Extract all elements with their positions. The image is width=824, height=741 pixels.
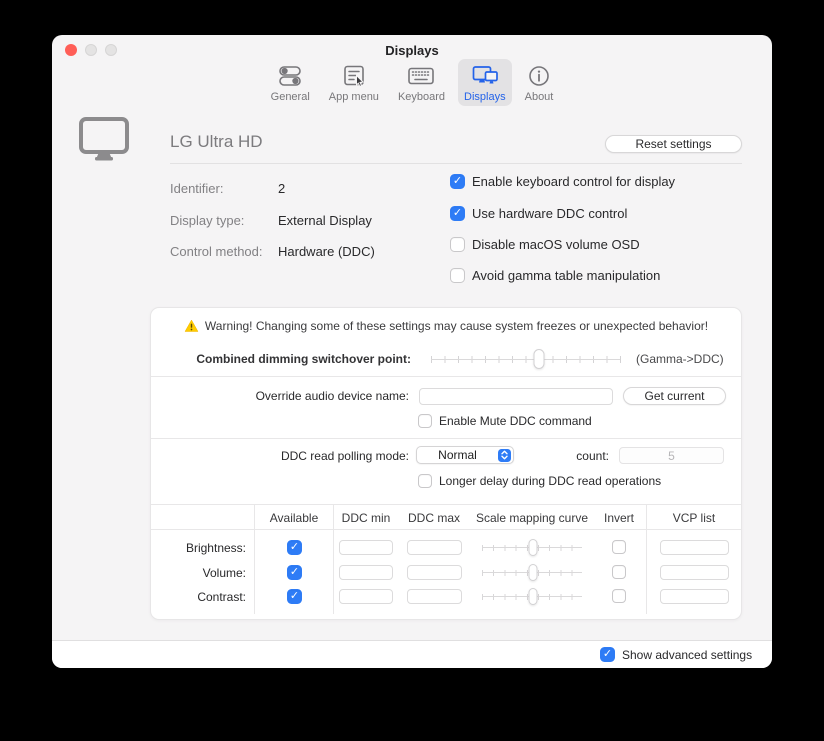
brightness-available-checkbox[interactable]: ✓: [287, 540, 302, 555]
info-value: 2: [278, 181, 285, 196]
brightness-curve-slider[interactable]: [482, 539, 583, 556]
info-value: Hardware (DDC): [278, 244, 375, 259]
tab-about[interactable]: About: [519, 59, 560, 106]
dimming-slider[interactable]: [431, 349, 621, 369]
contrast-ddc-min-field[interactable]: [339, 589, 393, 604]
get-current-button[interactable]: Get current: [623, 387, 726, 405]
brightness-vcp-field[interactable]: [660, 540, 729, 555]
show-advanced-row: ✓ Show advanced settings: [600, 647, 752, 662]
checkbox-label: Show advanced settings: [622, 648, 752, 662]
checkbox-label: Avoid gamma table manipulation: [472, 268, 660, 283]
tab-general[interactable]: General: [265, 59, 316, 106]
volume-available-checkbox[interactable]: ✓: [287, 565, 302, 580]
column-header: DDC max: [408, 511, 460, 525]
volume-ddc-min-field[interactable]: [339, 565, 393, 580]
brightness-ddc-min-field[interactable]: [339, 540, 393, 555]
slider-rail: [431, 359, 620, 360]
displays-icon: [470, 62, 500, 90]
row-label: Brightness:: [151, 541, 246, 556]
row-label: Contrast:: [151, 590, 246, 605]
keyboard-icon: [406, 62, 436, 90]
contrast-curve-slider[interactable]: [482, 588, 583, 605]
selected-option: Normal: [417, 448, 498, 462]
tab-label: App menu: [329, 91, 379, 103]
info-label: Identifier:: [170, 181, 223, 196]
tab-label: About: [525, 91, 554, 103]
count-label: count:: [539, 449, 609, 464]
contrast-ddc-max-field[interactable]: [407, 589, 462, 604]
chevron-up-down-icon: [498, 449, 511, 462]
volume-ddc-max-field[interactable]: [407, 565, 462, 580]
column-header: VCP list: [673, 511, 715, 525]
checkbox-label: Disable macOS volume OSD: [472, 237, 640, 252]
show-advanced-checkbox[interactable]: ✓: [600, 647, 615, 662]
contrast-available-checkbox[interactable]: ✓: [287, 589, 302, 604]
slider-knob[interactable]: [528, 588, 537, 605]
dimming-suffix: (Gamma->DDC): [636, 352, 724, 367]
brightness-ddc-max-field[interactable]: [407, 540, 462, 555]
advanced-settings-panel: Warning! Changing some of these settings…: [150, 307, 742, 620]
column-header: Available: [270, 511, 318, 525]
polling-mode-select[interactable]: Normal: [416, 446, 514, 464]
slider-knob[interactable]: [528, 564, 537, 581]
tab-label: Keyboard: [398, 91, 445, 103]
column-header: Invert: [604, 511, 634, 525]
brightness-invert-checkbox[interactable]: ✓: [612, 540, 626, 554]
longer-delay-row: ✓ Longer delay during DDC read operation…: [418, 474, 661, 488]
longer-delay-checkbox[interactable]: ✓: [418, 474, 432, 488]
tab-app-menu[interactable]: App menu: [323, 59, 385, 106]
monitor-icon: [76, 125, 132, 153]
option-row: ✓ Disable macOS volume OSD: [450, 237, 640, 252]
contrast-vcp-field[interactable]: [660, 589, 729, 604]
avoid-gamma-checkbox[interactable]: ✓: [450, 268, 465, 283]
reset-settings-button[interactable]: Reset settings: [605, 135, 742, 153]
toolbar: General App menu Keyboard: [52, 59, 772, 106]
volume-invert-checkbox[interactable]: ✓: [612, 565, 626, 579]
option-row: ✓ Avoid gamma table manipulation: [450, 268, 660, 283]
keyboard-control-checkbox[interactable]: ✓: [450, 174, 465, 189]
warning-icon: [184, 319, 199, 333]
volume-vcp-field[interactable]: [660, 565, 729, 580]
audio-name-input[interactable]: [419, 388, 613, 405]
info-label: Control method:: [170, 244, 263, 259]
column-header: DDC min: [342, 511, 391, 525]
checkbox-label: Enable Mute DDC command: [439, 414, 592, 428]
tab-keyboard[interactable]: Keyboard: [392, 59, 451, 106]
footer-bar: ✓ Show advanced settings: [52, 640, 772, 668]
tab-displays[interactable]: Displays: [458, 59, 512, 106]
window-title: Displays: [52, 43, 772, 58]
contrast-invert-checkbox[interactable]: ✓: [612, 589, 626, 603]
enable-mute-checkbox[interactable]: ✓: [418, 414, 432, 428]
checkbox-label: Enable keyboard control for display: [472, 174, 675, 189]
count-field[interactable]: 5: [619, 447, 724, 464]
info-label: Display type:: [170, 213, 244, 228]
warning-text: Warning! Changing some of these settings…: [205, 319, 708, 333]
toggles-icon: [276, 62, 304, 90]
mute-ddc-row: ✓ Enable Mute DDC command: [418, 414, 592, 428]
option-row: ✓ Use hardware DDC control: [450, 206, 627, 221]
slider-knob[interactable]: [528, 539, 537, 556]
display-name: LG Ultra HD: [170, 132, 263, 152]
volume-curve-slider[interactable]: [482, 564, 583, 581]
checkbox-label: Use hardware DDC control: [472, 206, 627, 221]
tab-label: Displays: [464, 91, 506, 103]
displays-window: Displays General App menu: [52, 35, 772, 668]
row-label: Volume:: [151, 566, 246, 581]
info-value: External Display: [278, 213, 372, 228]
polling-mode-label: DDC read polling mode:: [151, 449, 409, 464]
disable-osd-checkbox[interactable]: ✓: [450, 237, 465, 252]
info-icon: [527, 62, 551, 90]
checkbox-label: Longer delay during DDC read operations: [439, 474, 661, 488]
hardware-ddc-checkbox[interactable]: ✓: [450, 206, 465, 221]
audio-name-label: Override audio device name:: [151, 389, 409, 404]
option-row: ✓ Enable keyboard control for display: [450, 174, 675, 189]
warning-row: Warning! Changing some of these settings…: [151, 319, 741, 333]
tab-label: General: [271, 91, 310, 103]
slider-knob[interactable]: [534, 349, 545, 369]
menu-document-icon: [341, 62, 367, 90]
dimming-label: Combined dimming switchover point:: [151, 352, 411, 367]
column-header: Scale mapping curve: [476, 511, 588, 525]
